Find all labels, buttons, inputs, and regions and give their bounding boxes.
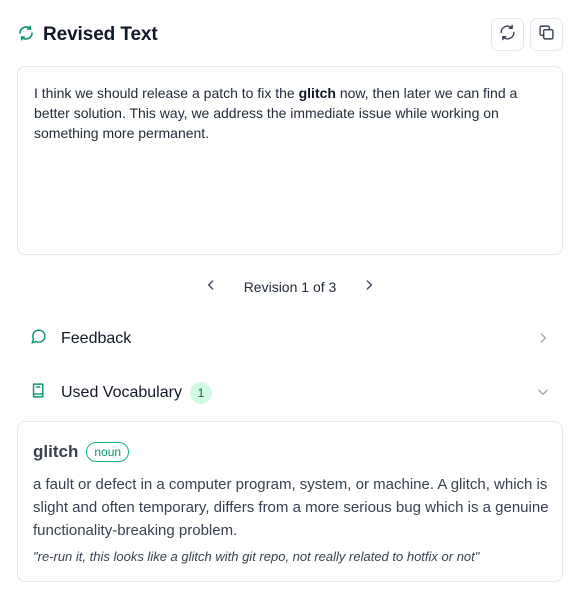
revision-pager: Revision 1 of 3 xyxy=(0,276,580,298)
page-title: Revised Text xyxy=(43,24,158,45)
revision-counter: Revision 1 of 3 xyxy=(243,279,337,295)
copy-icon xyxy=(538,24,555,46)
feedback-label: Feedback xyxy=(61,330,132,347)
revised-text-body: I think we should release a patch to fix… xyxy=(17,66,563,255)
chevron-right-icon xyxy=(362,278,376,297)
revised-text-header: Revised Text xyxy=(18,18,563,52)
refresh-icon xyxy=(18,25,34,46)
copy-button[interactable] xyxy=(530,18,563,51)
highlighted-vocab-word: glitch xyxy=(298,85,336,101)
vocabulary-section-toggle[interactable]: Used Vocabulary 1 xyxy=(30,381,550,405)
vocab-definition: a fault or defect in a computer program,… xyxy=(33,476,549,539)
header-title-group: Revised Text xyxy=(18,24,158,46)
vocabulary-card: glitch noun a fault or defect in a compu… xyxy=(17,421,563,582)
vocabulary-label: Used Vocabulary xyxy=(61,384,182,401)
part-of-speech-badge: noun xyxy=(86,442,130,462)
previous-revision-button[interactable] xyxy=(200,276,222,298)
feedback-section-toggle[interactable]: Feedback xyxy=(30,327,550,351)
book-icon xyxy=(30,382,47,404)
regenerate-button[interactable] xyxy=(491,18,524,51)
chat-bubble-icon xyxy=(30,328,47,350)
vocabulary-count-badge: 1 xyxy=(189,382,212,404)
vocab-word-row: glitch noun xyxy=(33,442,130,462)
revised-text-before: I think we should release a patch to fix… xyxy=(34,85,299,101)
chevron-left-icon xyxy=(204,278,218,297)
next-revision-button[interactable] xyxy=(358,276,380,298)
chevron-down-icon xyxy=(536,385,550,404)
vocab-example: "re-run it, this looks like a glitch wit… xyxy=(33,549,480,564)
vocab-word: glitch xyxy=(33,442,79,461)
refresh-icon xyxy=(499,24,516,46)
chevron-right-icon xyxy=(536,331,550,350)
